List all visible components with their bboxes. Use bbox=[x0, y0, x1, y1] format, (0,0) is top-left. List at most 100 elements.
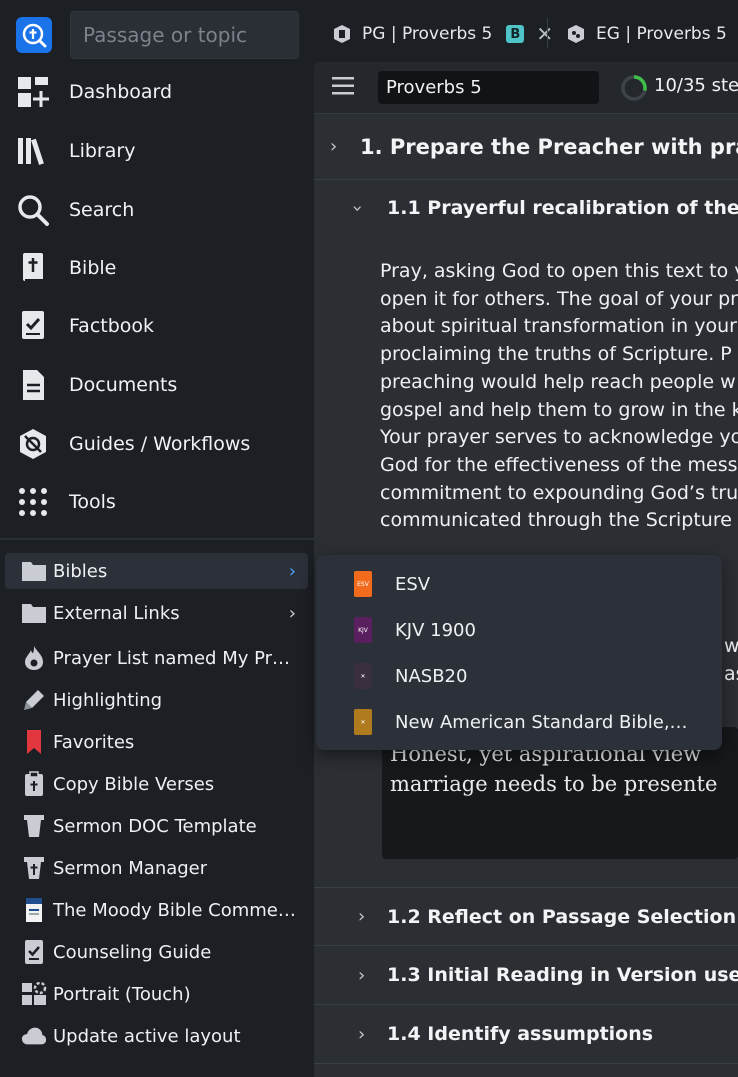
bibles-dropdown-menu: ESV ESV KJV KJV 1900 ✕ NASB20 ✕ New Amer… bbox=[316, 555, 722, 750]
app-window: Dashboard Library Search bbox=[0, 0, 738, 1077]
menu-item-kjv-1900[interactable]: KJV KJV 1900 bbox=[316, 608, 722, 652]
nav-library[interactable]: Library bbox=[0, 126, 314, 176]
shortcut-update-active-layout[interactable]: Update active layout bbox=[5, 1018, 308, 1054]
body-line: commitment to expounding God’s tru bbox=[380, 481, 738, 504]
nav-search[interactable]: Search bbox=[0, 185, 314, 235]
nasb-book-icon: ✕ bbox=[354, 663, 372, 689]
shortcut-copy-bible-verses[interactable]: Copy Bible Verses bbox=[5, 766, 308, 802]
progress-ring-icon bbox=[621, 75, 647, 101]
shortcut-label: Highlighting bbox=[53, 689, 163, 711]
section-title: 1.2 Reflect on Passage Selection bbox=[387, 905, 737, 928]
menu-item-nasb20[interactable]: ✕ NASB20 bbox=[316, 654, 722, 698]
library-icon bbox=[17, 135, 49, 167]
nav-factbook[interactable]: Factbook bbox=[0, 301, 314, 351]
body-line: Your prayer serves to acknowledge yo bbox=[380, 426, 738, 449]
tab-badge: B bbox=[506, 25, 525, 43]
nav-label: Dashboard bbox=[69, 81, 173, 103]
nasb-1995-book-icon: ✕ bbox=[354, 709, 372, 735]
section-1-header[interactable]: › 1. Prepare the Preacher with pray bbox=[314, 114, 738, 180]
nav-label: Library bbox=[69, 140, 136, 162]
chevron-right-icon: › bbox=[358, 906, 366, 927]
factbook-icon bbox=[17, 310, 49, 342]
body-line: God for the effectiveness of the messa bbox=[380, 453, 738, 476]
menu-item-new-american-standard-bible[interactable]: ✕ New American Standard Bible,… bbox=[316, 700, 722, 744]
search-box[interactable] bbox=[70, 11, 299, 59]
highlighter-icon bbox=[21, 687, 47, 713]
tools-icon bbox=[17, 486, 49, 518]
tab-pg-proverbs-5[interactable]: PG | Proverbs 5 B ✕ bbox=[332, 14, 553, 54]
shortcut-portrait-touch[interactable]: Portrait (Touch) bbox=[5, 976, 308, 1012]
shortcut-sermon-doc-template[interactable]: Sermon DOC Template bbox=[5, 808, 308, 844]
shortcut-label: Favorites bbox=[53, 731, 135, 753]
nav-label: Bible bbox=[69, 257, 117, 279]
nav-documents[interactable]: Documents bbox=[0, 360, 314, 410]
nav-dashboard[interactable]: Dashboard bbox=[0, 67, 314, 117]
partial-text: wh as bbox=[724, 632, 738, 688]
chevron-right-icon: › bbox=[358, 964, 366, 986]
tab-bar: PG | Proverbs 5 B ✕ EG | Proverbs 5 B bbox=[314, 0, 738, 62]
folder-icon bbox=[21, 600, 47, 626]
note-line: marriage needs to be presente bbox=[390, 772, 718, 796]
app-logo-icon[interactable] bbox=[16, 17, 52, 53]
body-line: about spiritual transformation in your bbox=[380, 315, 737, 338]
section-1-1-body: Pray, asking God to open this text to y … bbox=[380, 258, 738, 535]
chevron-right-icon: › bbox=[288, 560, 296, 582]
nav-tools[interactable]: Tools bbox=[0, 477, 314, 527]
menu-item-label: New American Standard Bible,… bbox=[395, 711, 688, 733]
section-1-4-header[interactable]: › 1.4 Identify assumptions bbox=[314, 1005, 738, 1064]
section-1-3-header[interactable]: › 1.3 Initial Reading in Version used in bbox=[314, 946, 738, 1005]
document-title-field[interactable]: Proverbs 5 bbox=[378, 71, 599, 104]
nav-label: Tools bbox=[69, 491, 116, 513]
search-icon bbox=[17, 194, 49, 226]
shortcut-label: Counseling Guide bbox=[53, 941, 212, 963]
hamburger-menu-icon[interactable] bbox=[332, 77, 354, 95]
bible-icon bbox=[17, 252, 49, 284]
panel-toolbar: Proverbs 5 10/35 step bbox=[314, 62, 738, 114]
shortcut-prayer-list[interactable]: Prayer List named My Pra… bbox=[5, 640, 308, 676]
sermon-icon bbox=[21, 855, 47, 881]
kjv-book-icon: KJV bbox=[354, 617, 372, 643]
steps-counter: 10/35 step bbox=[654, 75, 738, 96]
menu-item-label: NASB20 bbox=[395, 665, 468, 687]
sidebar-divider bbox=[0, 538, 314, 540]
flame-icon bbox=[21, 645, 47, 671]
shortcut-highlighting[interactable]: Highlighting bbox=[5, 682, 308, 718]
guide-check-icon bbox=[21, 939, 47, 965]
shortcut-bibles[interactable]: Bibles › bbox=[5, 553, 308, 589]
shortcut-favorites[interactable]: Favorites bbox=[5, 724, 308, 760]
shortcut-label: External Links bbox=[53, 602, 180, 624]
guide-tab-icon bbox=[568, 25, 584, 43]
menu-item-label: KJV 1900 bbox=[395, 619, 476, 641]
shortcut-label: Sermon Manager bbox=[53, 857, 208, 879]
nav-label: Documents bbox=[69, 374, 178, 396]
body-line: open it for others. The goal of your pr bbox=[380, 287, 738, 310]
nav-guides-workflows[interactable]: Guides / Workflows bbox=[0, 419, 314, 469]
body-line: communicated through the Scripture bbox=[380, 509, 732, 532]
shortcut-moody-commentary[interactable]: The Moody Bible Comme… bbox=[5, 892, 308, 928]
section-title: 1.3 Initial Reading in Version used in bbox=[387, 964, 738, 986]
menu-item-label: ESV bbox=[395, 573, 431, 595]
dashboard-icon bbox=[17, 76, 49, 108]
section-1-1-header[interactable]: › 1.1 Prayerful recalibration of the pre bbox=[314, 180, 738, 236]
chevron-down-icon: › bbox=[347, 204, 369, 212]
chevron-right-icon: › bbox=[358, 1023, 366, 1045]
tab-title: EG | Proverbs 5 bbox=[596, 24, 727, 44]
shortcut-label: Prayer List named My Pra… bbox=[53, 647, 298, 669]
section-1-2-header[interactable]: › 1.2 Reflect on Passage Selection bbox=[314, 887, 738, 946]
tab-eg-proverbs-5[interactable]: EG | Proverbs 5 B bbox=[566, 14, 738, 54]
shortcut-label: Portrait (Touch) bbox=[53, 983, 191, 1005]
search-input[interactable] bbox=[83, 23, 286, 47]
menu-item-esv[interactable]: ESV ESV bbox=[316, 562, 722, 606]
documents-icon bbox=[17, 369, 49, 401]
nav-bible[interactable]: Bible bbox=[0, 243, 314, 293]
guides-icon bbox=[17, 428, 49, 460]
shortcut-counseling-guide[interactable]: Counseling Guide bbox=[5, 934, 308, 970]
chevron-right-icon: › bbox=[288, 602, 296, 624]
nav-label: Search bbox=[69, 199, 135, 221]
close-icon[interactable]: ✕ bbox=[536, 22, 553, 46]
partial-line: as bbox=[724, 663, 738, 685]
shortcut-external-links[interactable]: External Links › bbox=[5, 595, 308, 631]
nav-label: Factbook bbox=[69, 315, 155, 337]
tab-title: PG | Proverbs 5 bbox=[362, 24, 493, 44]
shortcut-sermon-manager[interactable]: Sermon Manager bbox=[5, 850, 308, 886]
